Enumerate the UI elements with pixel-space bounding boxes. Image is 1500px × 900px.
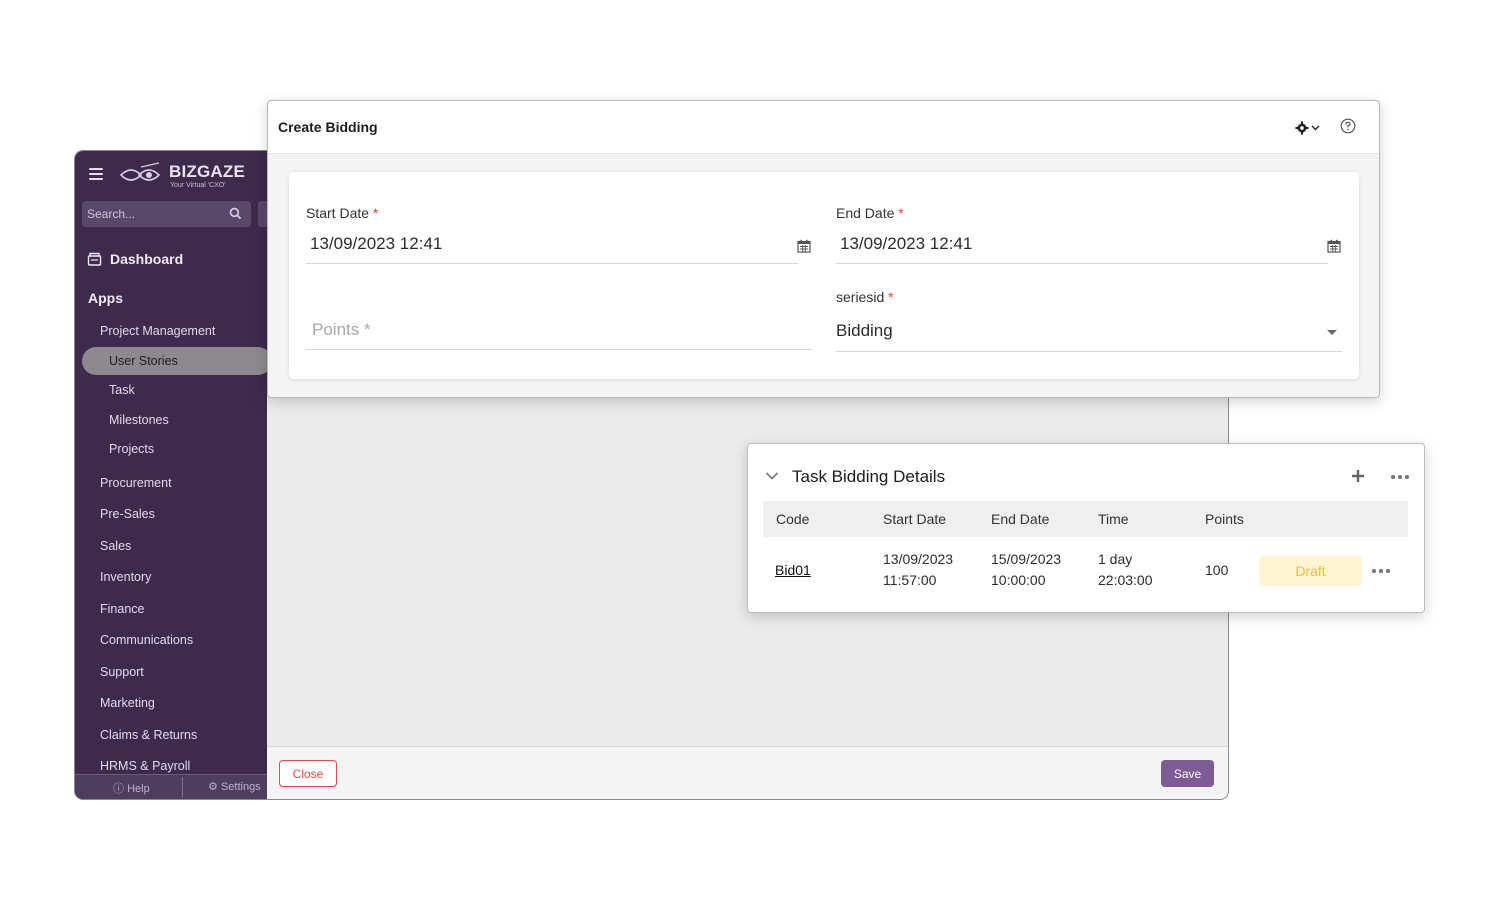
required-marker: * xyxy=(898,205,904,221)
row-end-date: 15/09/2023 10:00:00 xyxy=(991,549,1061,591)
start-date-label: Start Date * xyxy=(306,205,378,221)
calendar-icon[interactable] xyxy=(1327,239,1341,253)
logo-text: BIZGAZE xyxy=(169,162,246,181)
start-date-input[interactable]: 13/09/2023 12:41 xyxy=(310,234,442,254)
sidebar-footer: ⓘ Help ⚙ Settings xyxy=(75,774,267,799)
sidebar-item-task[interactable]: Task xyxy=(109,383,135,397)
row-time: 1 day 22:03:00 xyxy=(1098,549,1153,591)
end-date-label-text: End Date xyxy=(836,205,895,221)
search-icon[interactable] xyxy=(229,207,242,220)
seriesid-underline xyxy=(836,351,1342,352)
dialog-settings-menu[interactable] xyxy=(1295,119,1325,137)
close-button[interactable]: Close xyxy=(279,760,337,787)
sidebar-item-milestones[interactable]: Milestones xyxy=(109,413,169,427)
settings-link[interactable]: ⚙ Settings xyxy=(208,780,261,793)
required-marker: * xyxy=(372,205,379,221)
status-badge: Draft xyxy=(1259,556,1362,586)
time-hours-value: 22:03:00 xyxy=(1098,572,1153,588)
task-bidding-details-card: Task Bidding Details Code Start Date End… xyxy=(747,443,1425,613)
create-bidding-dialog: Create Bidding Start Date * 13/09/2023 1… xyxy=(267,100,1380,398)
chevron-down-icon[interactable] xyxy=(765,471,779,481)
start-date-label-text: Start Date xyxy=(306,205,370,221)
more-options-icon[interactable] xyxy=(1391,475,1409,479)
column-header-end-date: End Date xyxy=(991,511,1050,527)
sidebar-item-label: Dashboard xyxy=(110,251,184,267)
settings-label: Settings xyxy=(220,781,261,793)
plus-icon[interactable] xyxy=(1350,468,1366,484)
sidebar-item-support[interactable]: Support xyxy=(100,665,144,679)
end-date-label: End Date * xyxy=(836,205,904,221)
sidebar-item-marketing[interactable]: Marketing xyxy=(100,696,155,710)
column-header-start-date: Start Date xyxy=(883,511,947,527)
sidebar: BIZGAZE Your Virtual 'CXO' Search... Das… xyxy=(75,151,272,799)
logo-eye-icon xyxy=(119,162,161,181)
start-date-underline xyxy=(306,263,798,264)
card-title: Task Bidding Details xyxy=(792,467,946,486)
table-header: Code Start Date End Date Time Points xyxy=(763,501,1408,537)
bizgaze-logo: BIZGAZE Your Virtual 'CXO' xyxy=(119,161,254,191)
seriesid-label-text: seriesid xyxy=(836,289,885,305)
help-circle-icon: ⓘ xyxy=(113,783,124,795)
end-date-input[interactable]: 13/09/2023 12:41 xyxy=(840,234,972,254)
sidebar-item-procurement[interactable]: Procurement xyxy=(100,476,172,490)
column-header-code: Code xyxy=(776,511,810,527)
sidebar-item-finance[interactable]: Finance xyxy=(100,602,144,616)
help-link[interactable]: ⓘ Help xyxy=(113,780,150,796)
sidebar-search[interactable]: Search... xyxy=(82,201,251,227)
search-input[interactable]: Search... xyxy=(87,207,135,221)
start-time-value: 11:57:00 xyxy=(883,572,937,588)
gear-icon xyxy=(1295,121,1309,135)
dashboard-icon xyxy=(87,252,102,266)
row-start-date: 13/09/2023 11:57:00 xyxy=(883,549,953,591)
required-marker: * xyxy=(888,289,894,305)
footer-divider xyxy=(182,777,183,798)
sidebar-item-projects[interactable]: Projects xyxy=(109,442,154,456)
column-header-points: Points xyxy=(1205,511,1244,527)
sidebar-item-sales[interactable]: Sales xyxy=(100,539,131,553)
help-icon[interactable] xyxy=(1340,118,1356,134)
points-input[interactable]: Points * xyxy=(312,320,371,340)
sidebar-item-dashboard[interactable]: Dashboard xyxy=(87,251,183,267)
points-underline xyxy=(306,349,812,350)
help-label: Help xyxy=(127,783,150,795)
end-time-value: 10:00:00 xyxy=(991,572,1046,588)
calendar-icon[interactable] xyxy=(797,239,811,253)
sidebar-section-apps: Apps xyxy=(88,290,123,306)
logo-subtitle: Your Virtual 'CXO' xyxy=(170,182,226,189)
end-date-underline xyxy=(836,263,1328,264)
sidebar-item-project-management[interactable]: Project Management xyxy=(100,324,215,338)
start-date-value: 13/09/2023 xyxy=(883,551,954,567)
seriesid-select[interactable]: Bidding xyxy=(836,321,893,341)
gear-icon: ⚙ xyxy=(208,781,218,793)
save-button[interactable]: Save xyxy=(1161,760,1214,787)
bid-code-link[interactable]: Bid01 xyxy=(775,562,811,578)
end-date-value: 15/09/2023 xyxy=(991,551,1062,567)
hamburger-menu-icon[interactable] xyxy=(89,168,103,180)
row-points: 100 xyxy=(1205,562,1229,578)
sidebar-item-inventory[interactable]: Inventory xyxy=(100,570,151,584)
form-footer: Close Save xyxy=(267,746,1228,799)
sidebar-item-label: User Stories xyxy=(109,354,178,368)
caret-down-icon[interactable] xyxy=(1327,330,1337,335)
chevron-down-icon xyxy=(1311,125,1320,131)
sidebar-item-communications[interactable]: Communications xyxy=(100,633,193,647)
row-more-options-icon[interactable] xyxy=(1372,569,1390,573)
sidebar-item-hrms-payroll[interactable]: HRMS & Payroll xyxy=(100,759,190,773)
sidebar-item-user-stories[interactable]: User Stories xyxy=(82,347,272,375)
time-days-value: 1 day xyxy=(1098,551,1133,567)
dialog-title: Create Bidding xyxy=(278,119,378,135)
sidebar-item-pre-sales[interactable]: Pre-Sales xyxy=(100,507,155,521)
seriesid-label: seriesid * xyxy=(836,289,894,305)
sidebar-item-claims-returns[interactable]: Claims & Returns xyxy=(100,728,197,742)
bidding-form: Start Date * 13/09/2023 12:41 End Date *… xyxy=(289,172,1359,379)
dialog-header: Create Bidding xyxy=(268,101,1379,154)
column-header-time: Time xyxy=(1098,511,1129,527)
